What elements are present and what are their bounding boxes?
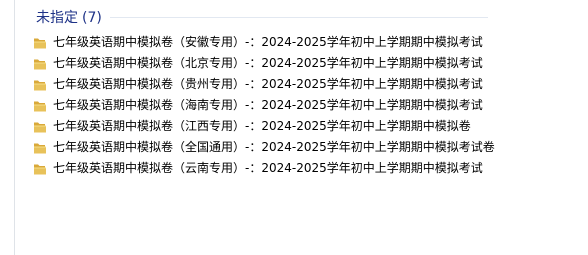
group-divider <box>109 16 488 18</box>
folder-icon <box>33 35 47 49</box>
list-item[interactable]: 七年级英语期中模拟卷（江西专用）-：2024-2025学年初中上学期期中模拟卷 <box>33 115 573 136</box>
folder-icon <box>33 119 47 133</box>
group-count: (7) <box>82 10 102 26</box>
file-name: 七年级英语期中模拟卷（海南专用）-：2024-2025学年初中上学期期中模拟考试 <box>53 98 483 112</box>
file-list: 七年级英语期中模拟卷（安徽专用）-：2024-2025学年初中上学期期中模拟考试… <box>33 31 573 178</box>
pane-left-edge <box>0 0 15 255</box>
group-title-text: 未指定 <box>36 10 78 26</box>
list-item[interactable]: 七年级英语期中模拟卷（海南专用）-：2024-2025学年初中上学期期中模拟考试 <box>33 94 573 115</box>
file-name: 七年级英语期中模拟卷（安徽专用）-：2024-2025学年初中上学期期中模拟考试 <box>53 35 483 49</box>
folder-icon <box>33 140 47 154</box>
folder-icon <box>33 98 47 112</box>
file-name: 七年级英语期中模拟卷（江西专用）-：2024-2025学年初中上学期期中模拟卷 <box>53 119 471 133</box>
list-item[interactable]: 七年级英语期中模拟卷（北京专用）-：2024-2025学年初中上学期期中模拟考试 <box>33 52 573 73</box>
file-name: 七年级英语期中模拟卷（贵州专用）-：2024-2025学年初中上学期期中模拟考试 <box>53 77 483 91</box>
group-header[interactable]: 未指定 (7) <box>36 6 488 28</box>
folder-icon <box>33 56 47 70</box>
folder-icon <box>33 161 47 175</box>
file-name: 七年级英语期中模拟卷（云南专用）-：2024-2025学年初中上学期期中模拟考试 <box>53 161 483 175</box>
file-name: 七年级英语期中模拟卷（北京专用）-：2024-2025学年初中上学期期中模拟考试 <box>53 56 483 70</box>
file-name: 七年级英语期中模拟卷（全国通用）-：2024-2025学年初中上学期期中模拟考试… <box>53 140 495 154</box>
folder-icon <box>33 77 47 91</box>
list-item[interactable]: 七年级英语期中模拟卷（贵州专用）-：2024-2025学年初中上学期期中模拟考试 <box>33 73 573 94</box>
list-item[interactable]: 七年级英语期中模拟卷（安徽专用）-：2024-2025学年初中上学期期中模拟考试 <box>33 31 573 52</box>
list-item[interactable]: 七年级英语期中模拟卷（云南专用）-：2024-2025学年初中上学期期中模拟考试 <box>33 157 573 178</box>
group-title: 未指定 (7) <box>36 7 102 27</box>
list-item[interactable]: 七年级英语期中模拟卷（全国通用）-：2024-2025学年初中上学期期中模拟考试… <box>33 136 573 157</box>
